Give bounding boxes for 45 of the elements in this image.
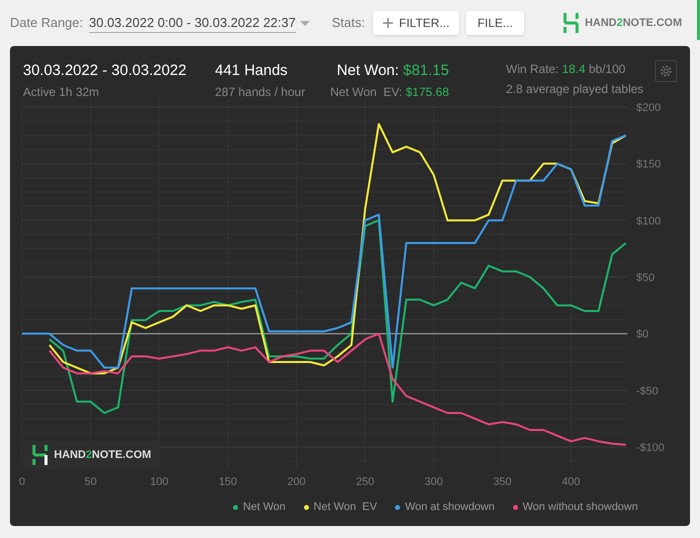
- y-tick-label: -$100: [636, 442, 664, 454]
- net-won-ev-value: $175.68: [406, 84, 449, 98]
- hands-count: 441 Hands: [215, 61, 289, 81]
- logo-text: HAND2NOTE.COM: [54, 448, 152, 463]
- logo-icon: [32, 445, 48, 465]
- x-tick-label: 100: [150, 476, 168, 488]
- file-button[interactable]: FILE...: [466, 11, 524, 35]
- date-span: 30.03.2022 - 30.03.2022: [23, 61, 188, 81]
- x-tick-label: 50: [84, 476, 97, 488]
- win-rate-label: Win Rate:: [506, 62, 559, 76]
- filter-button[interactable]: FILTER...: [373, 11, 460, 35]
- y-tick-label: $50: [636, 272, 655, 284]
- legend-label[interactable]: Won at showdown: [404, 499, 495, 516]
- active-time: Active 1h 32m: [23, 84, 100, 100]
- x-tick-label: 300: [424, 476, 443, 488]
- tables-average: 2.8 average played tables: [506, 81, 644, 98]
- logo-text: HAND2NOTE.COM: [584, 16, 682, 31]
- date-range-dropdown[interactable]: 30.03.2022 0:00 - 30.03.2022 22:37: [89, 12, 296, 34]
- y-tick-label: $150: [636, 158, 661, 171]
- y-tick-label: $0: [636, 328, 649, 341]
- win-rate-unit: bb/100: [588, 62, 626, 76]
- x-tick-label: 400: [562, 476, 580, 488]
- y-tick-label: -$50: [636, 385, 658, 398]
- x-tick-label: 350: [493, 476, 512, 488]
- legend-label[interactable]: Net Won: [242, 499, 286, 516]
- caret-icon: [300, 20, 310, 26]
- legend-label[interactable]: Net Won EV: [314, 499, 377, 516]
- logo-icon: [562, 13, 579, 33]
- legend-label[interactable]: Won without showdown: [522, 499, 638, 516]
- win-rate-value: 18.4: [562, 62, 586, 76]
- settings-button[interactable]: [655, 60, 677, 82]
- x-tick-label: 0: [18, 476, 26, 488]
- net-won-ev-label: Net Won EV:: [330, 84, 402, 98]
- x-tick-label: 250: [356, 476, 374, 488]
- y-tick-label: $100: [636, 215, 661, 228]
- x-tick-label: 200: [287, 476, 306, 488]
- net-won-label: Net Won:: [336, 62, 399, 79]
- net-won-value: $81.15: [403, 62, 449, 79]
- settings-icon: [659, 64, 673, 78]
- hands-rate: 287 hands / hour: [215, 84, 306, 100]
- plus-icon: [383, 18, 393, 28]
- y-tick-label: $200: [636, 102, 661, 114]
- stats-label: Stats:: [332, 14, 365, 32]
- date-range-label: Date Range:: [10, 14, 83, 32]
- x-tick-label: 150: [218, 476, 238, 488]
